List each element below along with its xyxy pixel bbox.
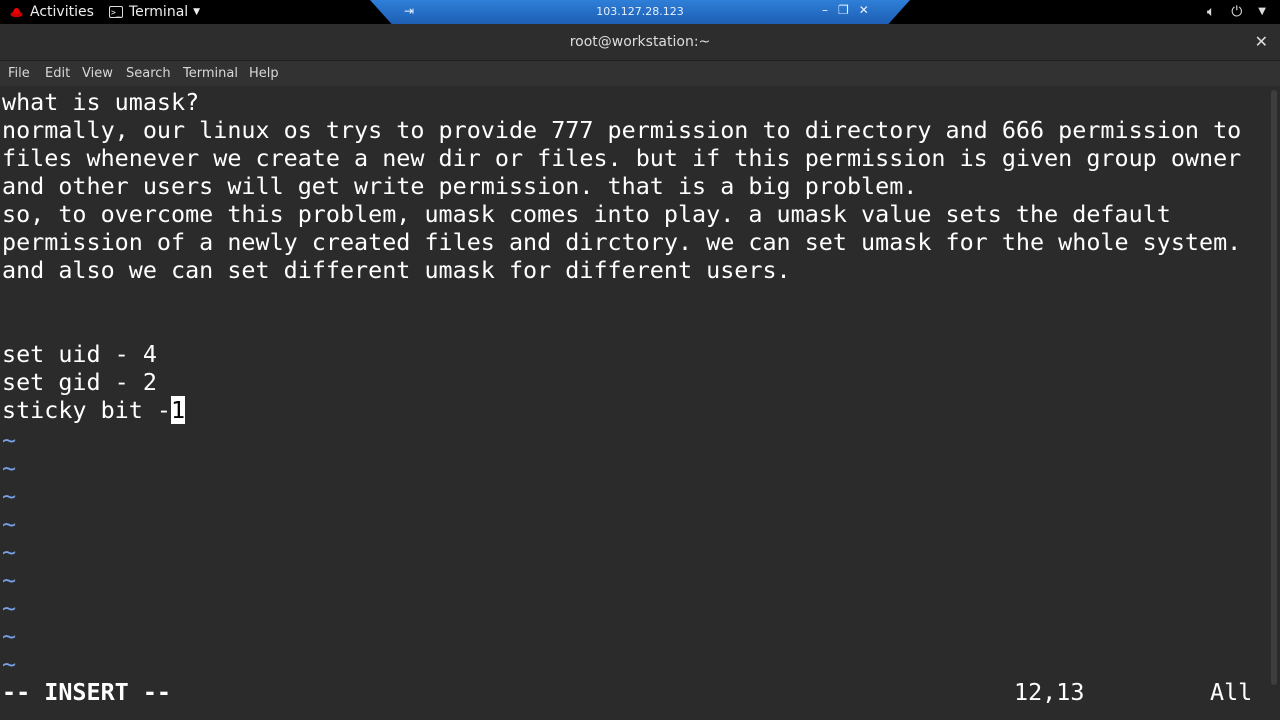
scrollbar[interactable] <box>1271 90 1277 685</box>
menu-edit[interactable]: Edit <box>45 66 70 81</box>
redhat-icon <box>10 7 23 17</box>
tilde-marker: ~ <box>2 482 17 510</box>
editor-line: files whenever we create a new dir or fi… <box>2 144 1242 172</box>
tilde-marker: ~ <box>2 510 17 538</box>
menu-view[interactable]: View <box>82 66 113 81</box>
editor-line: and also we can set different umask for … <box>2 256 791 284</box>
tilde-marker: ~ <box>2 454 17 482</box>
remote-viewer-bar: ⇥ 103.127.28.123 – ❐ ✕ <box>370 0 910 24</box>
tilde-marker: ~ <box>2 426 17 454</box>
tilde-marker: ~ <box>2 622 17 650</box>
cursor-position: 12,13 <box>1014 678 1085 706</box>
volume-icon[interactable]: 🔈︎ <box>1207 0 1215 24</box>
remote-controls: – ❐ ✕ <box>822 3 869 17</box>
editor-line: permission of a newly created files and … <box>2 228 1242 256</box>
app-menu-label: Terminal <box>129 4 189 20</box>
editor-line-current: sticky bit -1 <box>2 396 186 424</box>
editor-line: so, to overcome this problem, umask come… <box>2 200 1171 228</box>
text-cursor: 1 <box>171 396 186 424</box>
menu-search[interactable]: Search <box>126 66 171 81</box>
editor-line: what is umask? <box>2 88 200 116</box>
terminal-area[interactable]: what is umask? normally, our linux os tr… <box>0 86 1280 720</box>
close-icon[interactable]: ✕ <box>859 3 869 17</box>
menu-file[interactable]: File <box>8 66 30 81</box>
scroll-indicator: All <box>1210 678 1253 706</box>
app-menu-terminal[interactable]: >_ Terminal ▼ <box>109 0 200 24</box>
menu-terminal[interactable]: Terminal <box>183 66 238 81</box>
editor-line-text: sticky bit - <box>2 396 171 424</box>
tilde-marker: ~ <box>2 566 17 594</box>
editor-line: set gid - 2 <box>2 368 157 396</box>
editor-line: normally, our linux os trys to provide 7… <box>2 116 1242 144</box>
tilde-marker: ~ <box>2 650 17 678</box>
vim-mode-indicator: -- INSERT -- <box>2 678 171 706</box>
chevron-down-icon[interactable]: ▼ <box>1258 0 1266 24</box>
restore-icon[interactable]: ❐ <box>838 3 849 17</box>
editor-line: and other users will get write permissio… <box>2 172 918 200</box>
window-titlebar: root@workstation:~ ✕ <box>0 24 1280 61</box>
menu-bar: File Edit View Search Terminal Help <box>0 61 1280 86</box>
activities-label: Activities <box>30 4 94 20</box>
terminal-icon: >_ <box>109 6 123 18</box>
editor-line: set uid - 4 <box>2 340 157 368</box>
window-title: root@workstation:~ <box>569 34 711 50</box>
system-tray[interactable]: 🔈︎ ⏻ ▼ <box>1207 0 1266 24</box>
menu-help[interactable]: Help <box>249 66 279 81</box>
caret-down-icon: ▼ <box>193 7 201 17</box>
power-icon[interactable]: ⏻ <box>1231 0 1242 24</box>
close-icon[interactable]: ✕ <box>1255 32 1268 51</box>
activities-button[interactable]: Activities <box>10 0 94 24</box>
minimize-icon[interactable]: – <box>822 3 828 17</box>
tilde-marker: ~ <box>2 538 17 566</box>
tilde-marker: ~ <box>2 594 17 622</box>
